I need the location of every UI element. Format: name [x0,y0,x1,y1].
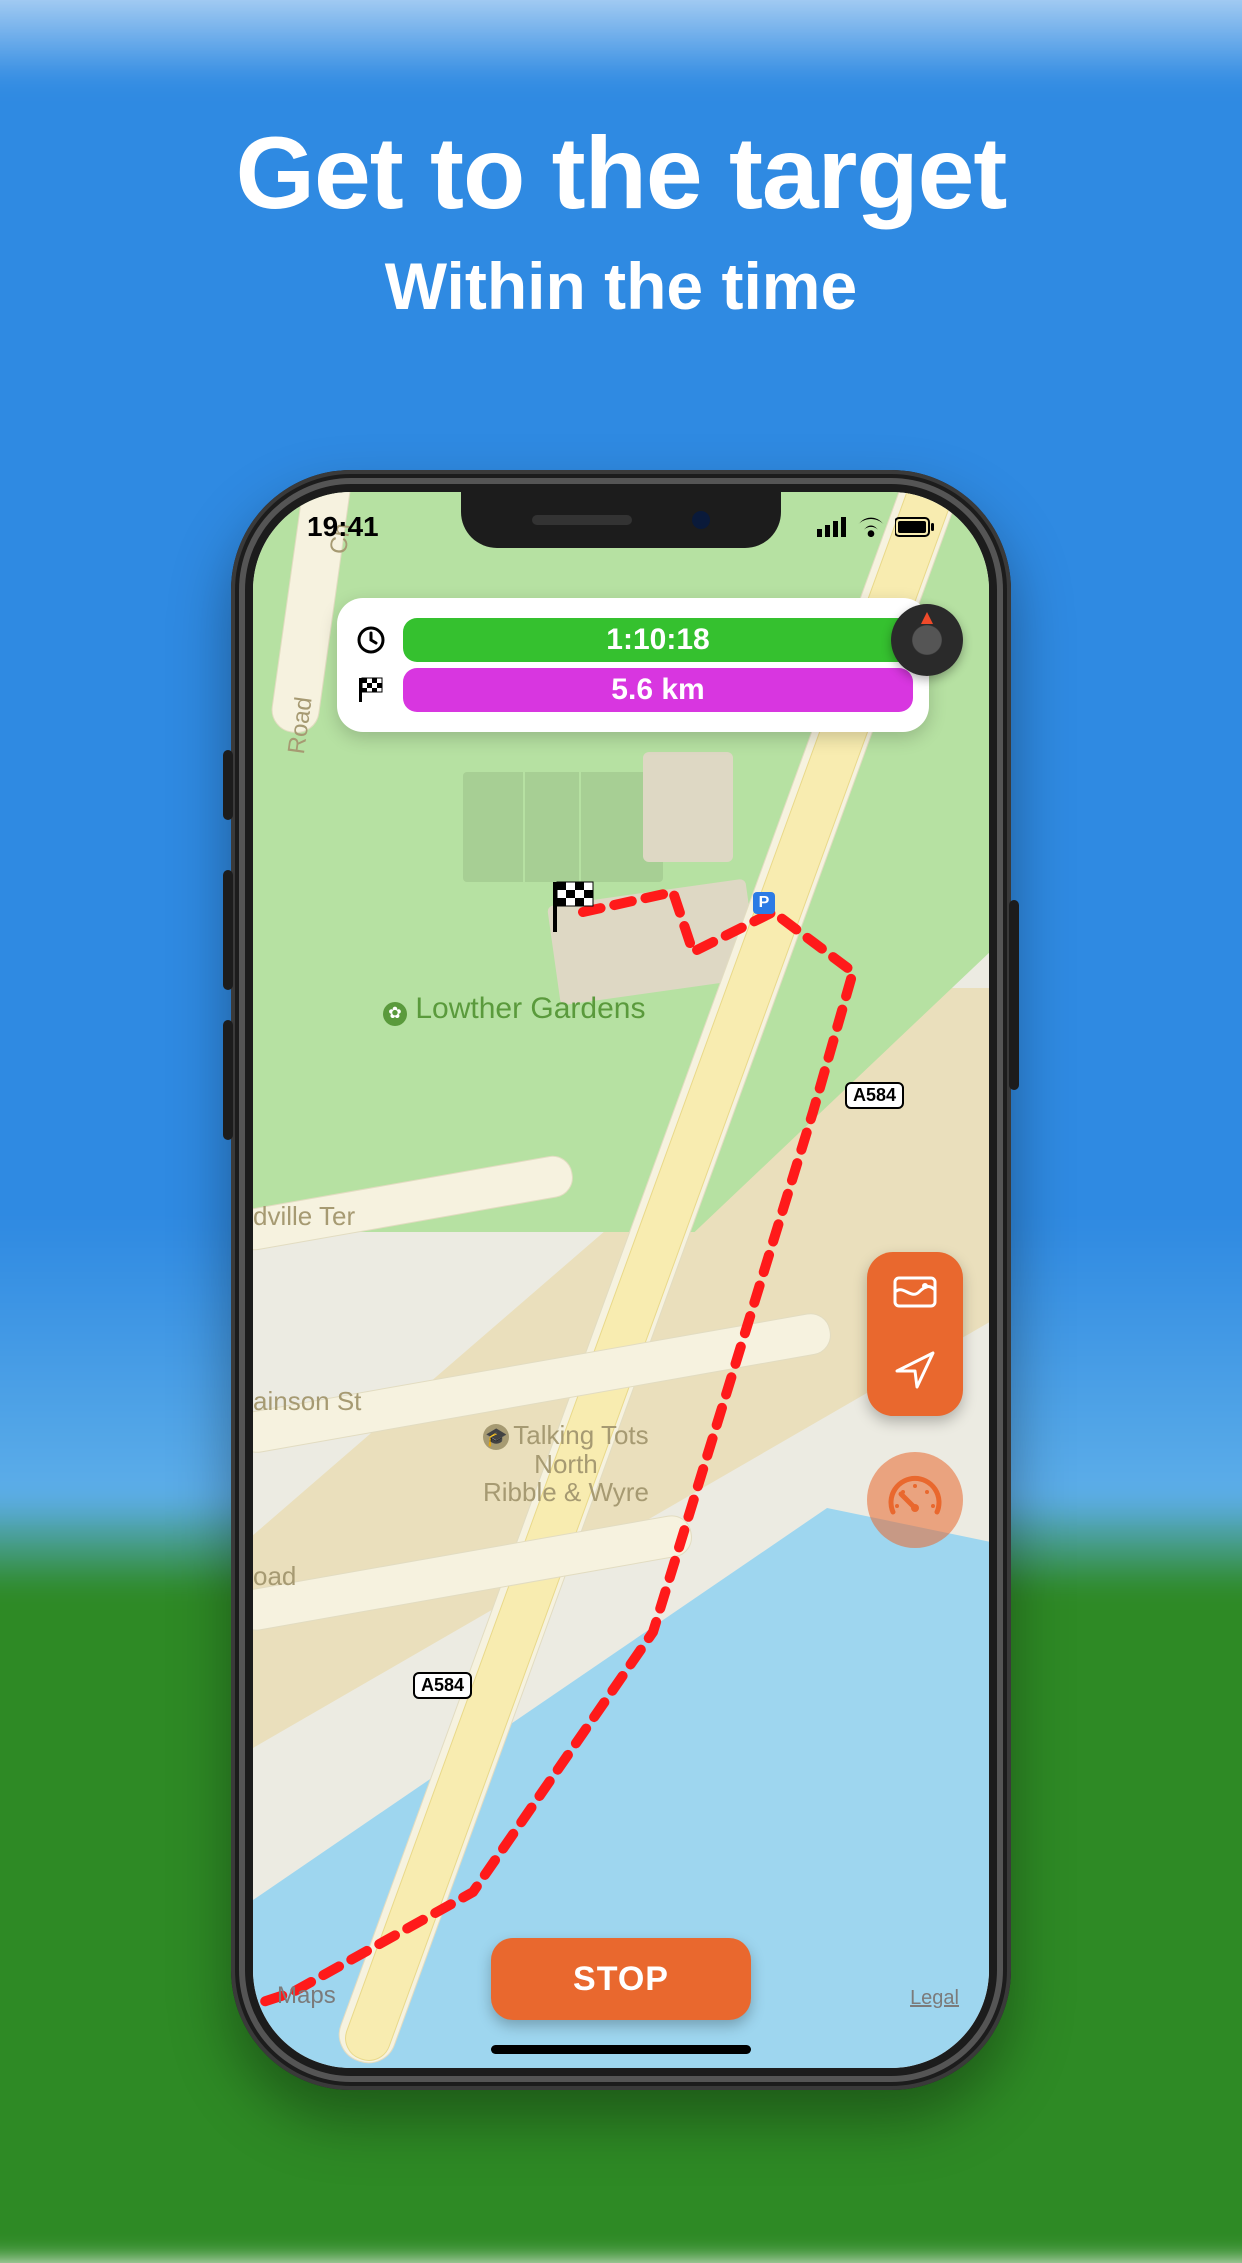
promo-headline: Get to the target Within the time [0,115,1242,324]
status-time: 19:41 [307,511,379,543]
cellular-icon [817,517,847,537]
phone-notch [461,492,781,548]
hud-card: 1:10:18 5.6 km [337,598,929,732]
compass-button[interactable] [891,604,963,676]
graduation-icon: 🎓 [483,1424,509,1450]
home-indicator[interactable] [491,2045,751,2054]
promo-title: Get to the target [0,115,1242,232]
phone-screen: 19:41 [253,492,989,2068]
park-name: Lowther Gardens [415,992,645,1025]
distance-display: 5.6 km [403,668,913,712]
finish-flag-icon [549,880,595,939]
checkered-flag-icon [353,675,389,705]
map-tools-panel [867,1252,963,1416]
speedometer-button[interactable] [867,1452,963,1548]
route-badge: A584 [845,1082,904,1109]
map-building [643,752,733,862]
maps-attribution: Maps [277,1982,336,2010]
locate-me-button[interactable] [893,1347,937,1396]
stop-button[interactable]: STOP [491,1938,751,2020]
battery-icon [895,517,935,537]
phone-frame: 19:41 [231,470,1011,2090]
stop-button-label: STOP [573,1960,669,1999]
tree-icon: ✿ [383,1002,407,1026]
timer-display: 1:10:18 [403,618,913,662]
map-layers-button[interactable] [891,1272,939,1317]
clock-icon [353,625,389,655]
map-courts [463,772,663,882]
street-label: dville Ter [253,1202,355,1231]
phone-side-button [1009,900,1019,1090]
phone-side-button [223,870,233,990]
legal-link[interactable]: Legal [910,1987,959,2010]
wifi-icon [857,517,885,537]
street-label: ainson St [253,1387,361,1416]
phone-side-button [223,1020,233,1140]
street-label: oad [253,1562,296,1591]
promo-subtitle: Within the time [0,248,1242,324]
route-badge: A584 [413,1672,472,1699]
parking-icon: P [753,892,775,914]
phone-side-button [223,750,233,820]
